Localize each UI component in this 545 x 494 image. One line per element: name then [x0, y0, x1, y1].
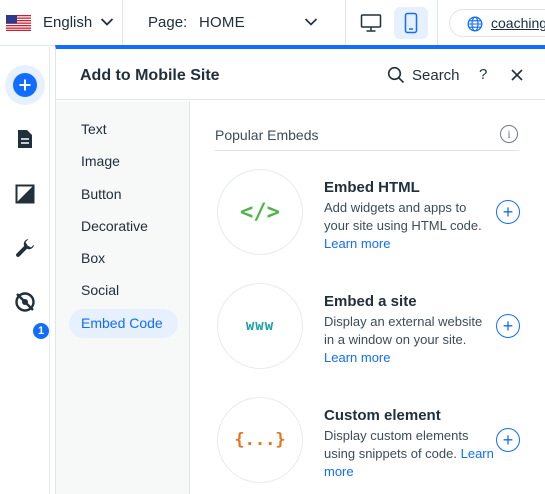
embed-html-item[interactable]: </> Embed HTML Add widgets and apps to y… [215, 169, 535, 261]
search-button[interactable]: Search [412, 67, 460, 84]
category-social[interactable]: Social [69, 276, 178, 305]
www-icon: www [217, 283, 303, 369]
pages-button[interactable] [5, 119, 45, 159]
site-name: coaching [491, 15, 545, 31]
add-button[interactable]: + [496, 428, 520, 452]
item-description: Display an external website in a window … [324, 314, 483, 365]
wrench-icon [16, 239, 34, 257]
learn-more-link[interactable]: Learn more [324, 350, 390, 365]
add-button[interactable]: + [496, 314, 520, 338]
plus-icon [13, 73, 37, 97]
design-button[interactable] [5, 174, 45, 214]
category-box[interactable]: Box [69, 244, 178, 273]
embed-content: Popular Embeds i </> Embed HTML Add widg… [191, 101, 545, 494]
section-divider [215, 150, 519, 151]
eye-hidden-icon [15, 292, 35, 312]
info-icon[interactable]: i [500, 125, 518, 143]
page-icon [18, 130, 32, 148]
category-text[interactable]: Text [69, 115, 178, 144]
item-description: Display custom elements using snippets o… [324, 428, 494, 479]
category-image[interactable]: Image [69, 147, 178, 176]
category-list: Text Image Button Decorative Box Social … [56, 101, 190, 494]
search-icon[interactable] [387, 66, 405, 84]
embed-site-item[interactable]: www Embed a site Display an external web… [215, 283, 535, 375]
topbar-divider [437, 0, 438, 46]
item-title: Embed a site [324, 293, 417, 310]
category-button[interactable]: Button [69, 180, 178, 209]
desktop-icon [360, 14, 382, 32]
category-embed-code[interactable]: Embed Code [69, 309, 178, 338]
category-decorative[interactable]: Decorative [69, 212, 178, 241]
chevron-down-icon [304, 18, 318, 26]
help-button[interactable]: ? [479, 66, 487, 83]
design-icon [15, 184, 35, 204]
page-selector[interactable]: Page: HOME [124, 0, 346, 46]
code-icon: </> [217, 169, 303, 255]
section-title: Popular Embeds [215, 127, 319, 143]
item-description: Add widgets and apps to your site using … [324, 200, 482, 251]
mobile-view-button[interactable] [394, 7, 428, 39]
item-title: Custom element [324, 407, 441, 424]
braces-icon: {...} [217, 397, 303, 483]
page-value: HOME [199, 14, 245, 31]
desktop-view-button[interactable] [355, 7, 387, 39]
panel-header: Add to Mobile Site Search ? [56, 49, 545, 100]
add-elements-button[interactable] [5, 65, 45, 105]
item-title: Embed HTML [324, 179, 420, 196]
tools-button[interactable] [5, 228, 45, 268]
custom-element-item[interactable]: {...} Custom element Display custom elem… [215, 397, 535, 489]
top-bar: English Page: HOME coaching [0, 0, 545, 46]
learn-more-link[interactable]: Learn more [324, 236, 390, 251]
language-selector[interactable]: English [0, 0, 123, 46]
close-icon[interactable] [511, 69, 523, 81]
globe-icon [467, 16, 483, 32]
hidden-elements-button[interactable] [5, 282, 45, 322]
add-button[interactable]: + [496, 200, 520, 224]
left-rail: 1 [0, 47, 50, 494]
chevron-down-icon [100, 18, 114, 26]
language-label: English [43, 14, 93, 31]
mobile-icon [404, 12, 418, 34]
add-panel: Add to Mobile Site Search ? Text Image B… [55, 45, 545, 494]
notification-badge: 1 [33, 323, 49, 339]
site-link[interactable]: coaching [449, 9, 545, 37]
page-prefix: Page: [148, 14, 188, 31]
panel-title: Add to Mobile Site [80, 67, 220, 84]
us-flag-icon [6, 15, 31, 31]
